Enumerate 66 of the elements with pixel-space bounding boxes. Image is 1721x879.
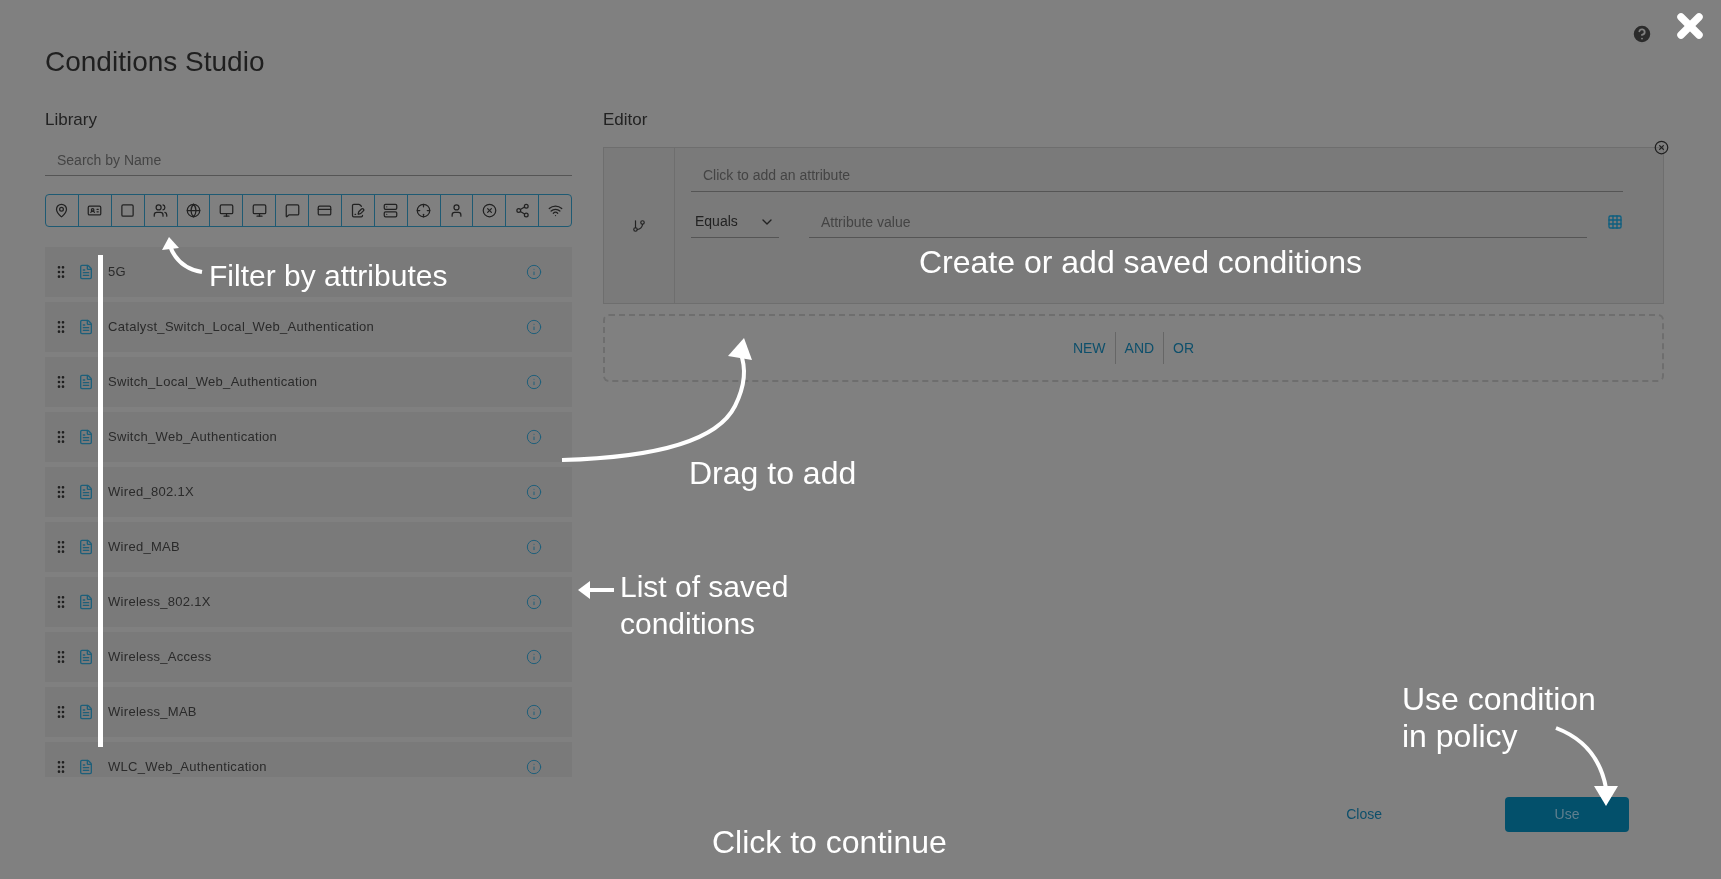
tutorial-caption: Click to continue: [712, 824, 947, 860]
operator-dropdown[interactable]: Equals: [691, 206, 779, 238]
tutorial-caption: Create or add saved conditions: [919, 244, 1362, 280]
document-icon: [350, 203, 366, 218]
condition-name: Wireless_Access: [108, 648, 212, 667]
x-circle-icon: [481, 203, 497, 218]
condition-name: Wireless_MAB: [108, 703, 197, 722]
condition-item[interactable]: Wireless_Access: [45, 632, 572, 682]
map-pin-icon: [54, 203, 70, 218]
editor-heading: Editor: [603, 110, 649, 130]
condition-item[interactable]: Switch_Local_Web_Authentication: [45, 357, 572, 407]
arrow: [160, 236, 204, 276]
tutorial-caption: List of saved conditions: [620, 569, 790, 642]
id-card-icon: [87, 203, 103, 218]
search-field[interactable]: Search by Name: [45, 144, 572, 176]
wifi-icon: [547, 203, 563, 218]
action-button[interactable]: OR: [1163, 332, 1204, 364]
close-button[interactable]: Close: [1346, 804, 1382, 825]
monitor-icon: [218, 203, 234, 218]
action-button[interactable]: AND: [1114, 332, 1164, 364]
dialog-title: Conditions Studio: [45, 45, 266, 79]
monitor-icon: [251, 203, 267, 218]
globe-icon: [185, 203, 201, 218]
condition-name: Wired_MAB: [108, 538, 181, 557]
document-icon: [78, 538, 94, 556]
action-button[interactable]: NEW: [1063, 332, 1115, 364]
condition-name: Catalyst_Switch_Local_Web_Authentication: [108, 318, 375, 337]
condition-item[interactable]: Wired_MAB: [45, 522, 572, 572]
document-icon: [78, 373, 94, 391]
condition-name: Wireless_802.1X: [108, 593, 211, 612]
document-icon: [78, 593, 94, 611]
document-icon: [78, 758, 94, 776]
help-icon[interactable]: [1631, 23, 1653, 45]
share-icon: [514, 203, 530, 218]
user-icon: [448, 203, 464, 218]
condition-name: 5G: [108, 263, 126, 282]
condition-name: WLC_Web_Authentication: [108, 758, 267, 777]
tutorial-caption: Drag to add: [689, 455, 857, 491]
condition-name: Switch_Web_Authentication: [108, 428, 278, 447]
condition-item[interactable]: Wireless_MAB: [45, 687, 572, 737]
tutorial-caption: Filter by attributes: [209, 258, 448, 294]
branch-icon: [632, 218, 646, 233]
condition-item[interactable]: Switch_Web_Authentication: [45, 412, 572, 462]
server-icon: [383, 203, 399, 218]
document-icon: [78, 703, 94, 721]
document-icon: [78, 318, 94, 336]
condition-name: Wired_802.1X: [108, 483, 194, 502]
remove-icon[interactable]: [1654, 140, 1669, 155]
document-icon: [78, 263, 94, 281]
crosshair-icon: [416, 203, 432, 218]
condition-item[interactable]: Wired_802.1X: [45, 467, 572, 517]
document-icon: [78, 483, 94, 501]
card-icon: [317, 203, 333, 218]
use-button[interactable]: Use: [1505, 797, 1629, 832]
library-heading: Library: [45, 110, 98, 130]
users-icon: [153, 203, 169, 218]
condition-item[interactable]: WLC_Web_Authentication: [45, 742, 572, 777]
condition-item[interactable]: Catalyst_Switch_Local_Web_Authentication: [45, 302, 572, 352]
message-icon: [284, 203, 300, 218]
square-icon: [120, 203, 136, 218]
condition-item[interactable]: Wireless_802.1X: [45, 577, 572, 627]
condition-name: Switch_Local_Web_Authentication: [108, 373, 318, 392]
arrow: [578, 580, 614, 600]
tutorial-caption: Use condition in policy: [1402, 681, 1597, 755]
document-icon: [78, 428, 94, 446]
document-icon: [78, 648, 94, 666]
